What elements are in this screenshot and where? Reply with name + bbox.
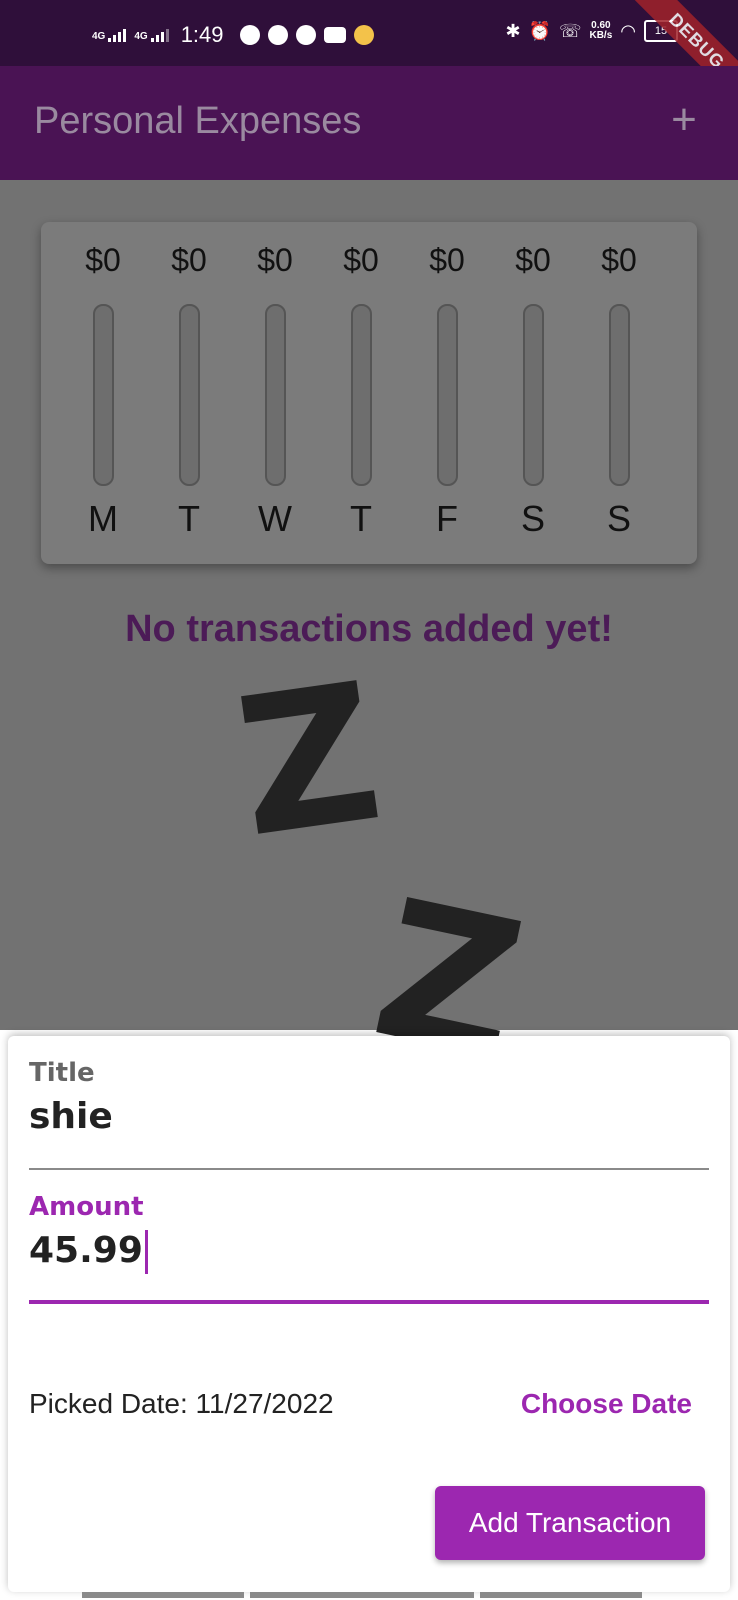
clock: 1:49 [180,22,224,47]
bar-track [265,304,286,486]
chart-bar-wed: $0 W [235,222,315,564]
nav-hint-segment [480,1592,642,1598]
empty-state-message: No transactions added yet! [125,608,613,650]
nav-hint-segment [82,1592,244,1598]
bar-track [523,304,544,486]
date-row: Picked Date: 11/27/2022 Choose Date [29,1388,709,1428]
wifi-icon: ◠ [620,20,636,41]
nav-hint-segment [250,1592,474,1598]
title-underline [29,1168,709,1170]
text-cursor [144,1230,148,1274]
bar-day-label: S [606,498,631,539]
bar-amount: $0 [257,242,293,278]
new-transaction-sheet: Title shie Amount 45.99 Picked Date: 11/… [8,1036,730,1592]
bar-day-label: T [350,498,372,539]
call-signal-icon: ☏ [558,20,582,41]
emoji-app-icon [353,25,374,45]
whatsapp-icon [295,25,316,45]
bar-track [351,304,372,486]
telegram-icon [239,25,260,45]
signal-icon-2: 4G [134,28,169,42]
bar-day-label: W [258,498,292,539]
bar-day-label: M [88,498,118,539]
add-transaction-button[interactable]: Add Transaction [435,1486,705,1560]
amount-field-label: Amount [29,1192,144,1222]
network-speed: 0.60 KB/s [589,21,612,41]
bar-amount: $0 [515,242,551,278]
bar-day-label: S [520,498,545,539]
snapchat-icon [267,25,288,45]
signal-icon-1: 4G [92,28,127,42]
status-bar: 4G 4G 1:49 ✱ ⏰ ☏ 0.60 KB/s ◠ 15 DEBUG [0,0,738,112]
bar-day-label: F [436,498,458,539]
add-icon[interactable]: + [662,98,706,142]
sleep-z-icon: Z [225,641,393,880]
picked-date-text: Picked Date: 11/27/2022 [29,1388,334,1419]
amount-underline [29,1300,709,1304]
bar-day-label: T [178,498,200,539]
amount-field[interactable]: Amount 45.99 [29,1192,709,1304]
title-input[interactable]: shie [29,1096,709,1137]
bar-track [609,304,630,486]
chart-bar-thu: $0 T [321,222,401,564]
network-speed-unit: KB/s [589,30,613,41]
title-field[interactable]: Title shie [29,1058,709,1170]
choose-date-button[interactable]: Choose Date [521,1388,692,1420]
bar-track [93,304,114,486]
bar-track [437,304,458,486]
amount-input-value: 45.99 [29,1230,143,1271]
chart-bar-fri: $0 F [407,222,487,564]
network-type-1: 4G [92,30,106,42]
chart-bar-tue: $0 T [149,222,229,564]
amount-input[interactable]: 45.99 [29,1230,709,1274]
bar-amount: $0 [429,242,465,278]
bar-amount: $0 [601,242,637,278]
main-content: $0 M $0 T $0 W $0 T $0 F $0 S $0 S No tr… [0,180,738,1103]
bar-amount: $0 [85,242,121,278]
bar-amount: $0 [343,242,379,278]
title-field-label: Title [29,1058,95,1088]
status-bar-right: ✱ ⏰ ☏ 0.60 KB/s ◠ 15 [505,20,678,42]
weekly-chart: $0 M $0 T $0 W $0 T $0 F $0 S $0 S [41,222,697,564]
network-type-2: 4G [134,30,148,42]
page-title: Personal Expenses [34,100,362,142]
bar-track [179,304,200,486]
chart-bar-sun: $0 S [579,222,659,564]
bar-amount: $0 [171,242,207,278]
alarm-icon: ⏰ [528,20,551,41]
youtube-icon [323,27,346,43]
status-bar-left: 4G 4G 1:49 [92,22,374,48]
bluetooth-icon: ✱ [505,20,521,41]
chart-bar-sat: $0 S [493,222,573,564]
chart-bar-mon: $0 M [63,222,143,564]
app-bar: Personal Expenses + [0,66,738,180]
